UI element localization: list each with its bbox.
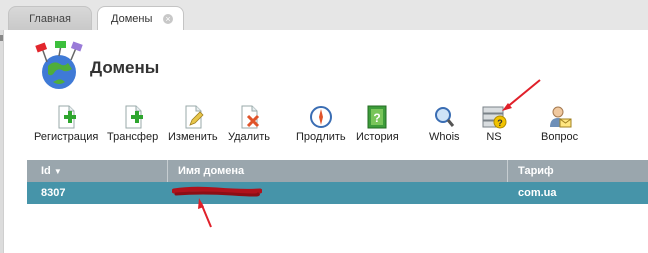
column-header-domain[interactable]: Имя домена bbox=[178, 160, 244, 182]
table-header: Id ▼ Имя домена Тариф bbox=[27, 160, 648, 182]
register-label: Регистрация bbox=[34, 131, 99, 143]
table-row[interactable]: 8307 com.ua bbox=[27, 182, 648, 204]
transfer-label: Трансфер bbox=[107, 131, 159, 143]
doc-delete-icon bbox=[241, 105, 260, 129]
close-icon[interactable]: × bbox=[163, 14, 173, 24]
redaction-mark bbox=[172, 186, 262, 197]
page-title: Домены bbox=[90, 58, 160, 77]
cell-id: 8307 bbox=[41, 187, 66, 199]
register-button[interactable]: Регистрация bbox=[34, 105, 98, 143]
tab-bar: Главная Домены × bbox=[0, 0, 648, 30]
user-mail-icon bbox=[549, 106, 572, 128]
edit-label: Изменить bbox=[168, 131, 218, 143]
history-button[interactable]: ? История bbox=[356, 105, 399, 143]
delete-label: Удалить bbox=[228, 131, 270, 143]
whois-label: Whois bbox=[429, 131, 460, 143]
question-label: Вопрос bbox=[541, 131, 579, 143]
cell-tariff: com.ua bbox=[518, 187, 557, 199]
ns-label: NS bbox=[486, 131, 502, 143]
compass-icon bbox=[309, 106, 332, 128]
tab-domains-label: Домены bbox=[111, 13, 153, 25]
svg-text:?: ? bbox=[497, 118, 503, 128]
column-header-tariff[interactable]: Тариф bbox=[518, 160, 554, 182]
doc-plus-icon bbox=[125, 105, 143, 129]
column-divider[interactable] bbox=[507, 160, 508, 182]
delete-button[interactable]: Удалить bbox=[228, 105, 270, 143]
history-label: История bbox=[356, 131, 399, 143]
server-question-icon: ? bbox=[482, 106, 507, 129]
magnifier-icon bbox=[435, 107, 455, 127]
history-icon: ? bbox=[367, 105, 387, 129]
ns-button[interactable]: ? NS bbox=[481, 105, 507, 143]
doc-edit-icon bbox=[185, 105, 204, 129]
column-divider[interactable] bbox=[167, 160, 168, 182]
svg-text:?: ? bbox=[374, 111, 381, 125]
column-header-id[interactable]: Id ▼ bbox=[41, 160, 62, 182]
transfer-button[interactable]: Трансфер bbox=[107, 105, 158, 143]
question-button[interactable]: Вопрос bbox=[541, 105, 578, 143]
domains-globe-icon bbox=[35, 41, 83, 89]
sort-desc-icon: ▼ bbox=[53, 167, 62, 176]
column-id-label: Id bbox=[41, 165, 51, 177]
renew-button[interactable]: Продлить bbox=[296, 105, 346, 143]
doc-plus-icon bbox=[58, 105, 77, 129]
tab-domains[interactable]: Домены × bbox=[97, 6, 184, 30]
tab-home[interactable]: Главная bbox=[8, 6, 92, 30]
renew-label: Продлить bbox=[296, 131, 346, 143]
whois-button[interactable]: Whois bbox=[429, 105, 460, 143]
edit-button[interactable]: Изменить bbox=[168, 105, 218, 143]
